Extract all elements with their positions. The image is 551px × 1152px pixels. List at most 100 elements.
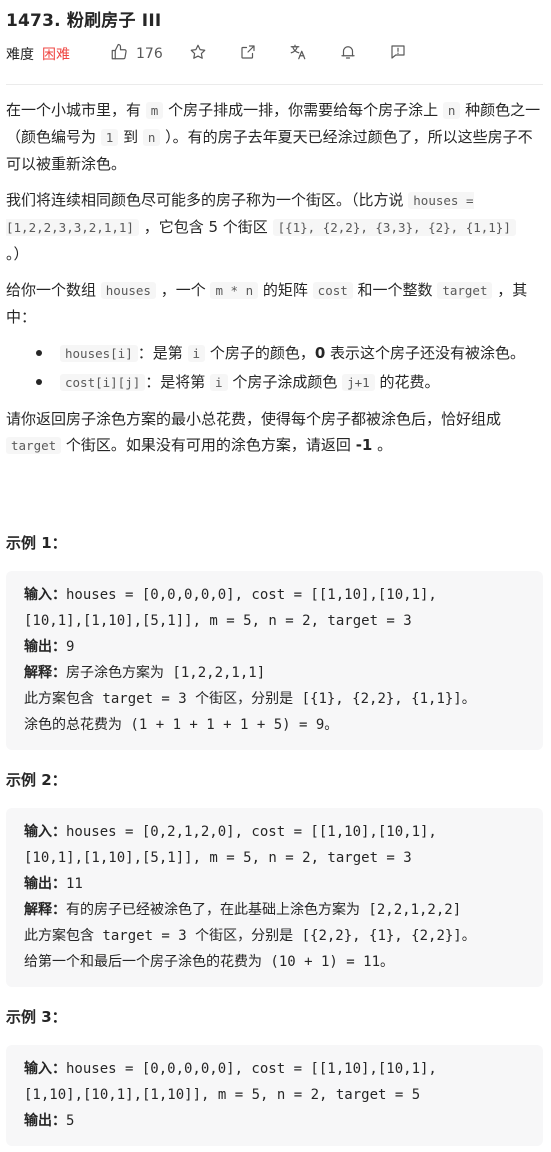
example-explain-line: 给第一个和最后一个房子涂色的花费为 (10 + 1) = 11。 bbox=[24, 949, 525, 975]
header-divider bbox=[6, 84, 543, 85]
input-label: 输入： bbox=[24, 587, 66, 603]
example-explain-line: 此方案包含 target = 3 个街区，分别是 [{1}, {2,2}, {1… bbox=[24, 686, 525, 712]
text: 的矩阵 bbox=[258, 281, 313, 299]
output-value: 11 bbox=[66, 876, 83, 892]
explain-code: target = 3 bbox=[94, 691, 196, 707]
text: 个房子涂成颜色 bbox=[227, 373, 343, 391]
example-2-box: 输入：houses = [0,2,1,2,0], cost = [[1,10],… bbox=[6, 808, 543, 987]
explain-code: target = 3 bbox=[94, 928, 196, 944]
problem-title: 1473. 粉刷房子 III bbox=[6, 11, 162, 31]
output-value: 5 bbox=[66, 1113, 75, 1129]
difficulty-label: 难度 bbox=[6, 47, 34, 63]
example-output-line: 输出：9 bbox=[24, 634, 525, 660]
text: 的花费。 bbox=[374, 373, 440, 391]
example-2-title: 示例 2： bbox=[6, 771, 67, 789]
thumbs-up-icon bbox=[110, 43, 128, 65]
inline-code: [{1}, {2,2}, {3,3}, {2}, {1,1}] bbox=[272, 219, 516, 236]
description-paragraph-3: 给你一个数组 houses ，一个 m * n 的矩阵 cost 和一个整数 t… bbox=[6, 277, 543, 330]
text: ，一个 bbox=[155, 281, 211, 299]
input-value: [1,10],[10,1],[1,10]], m = 5, n = 2, tar… bbox=[24, 1087, 421, 1103]
text: ：是第 bbox=[137, 344, 188, 362]
text: 我们将连续相同颜色尽可能多的房子称为一个街区。（比方说 bbox=[6, 191, 409, 209]
inline-code: target bbox=[437, 282, 493, 299]
parameter-list: houses[i] ：是第 i 个房子的颜色，0 表示这个房子还没有被涂色。 co… bbox=[6, 340, 543, 396]
explain-text: 有的房子已经被涂色了，在此基础上涂色方案为 bbox=[66, 902, 360, 918]
text: 表示这个房子还没有被涂色。 bbox=[325, 344, 526, 362]
notification-button[interactable] bbox=[339, 43, 357, 65]
input-value: houses = [0,2,1,2,0], cost = [[1,10],[10… bbox=[66, 824, 437, 840]
share-icon bbox=[239, 43, 257, 65]
explain-code: [{2,2}, {1}, {2,2}]。 bbox=[293, 928, 476, 944]
output-label: 输出： bbox=[24, 876, 66, 892]
example-input-line: [1,10],[10,1],[1,10]], m = 5, n = 2, tar… bbox=[24, 1082, 525, 1108]
inline-code: cost bbox=[312, 282, 353, 299]
explain-code: (1 + 1 + 1 + 1 + 5) = 9。 bbox=[122, 717, 339, 733]
description-paragraph-4: 请你返回房子涂色方案的最小总花费，使得每个房子都被涂色后，恰好组成 target… bbox=[6, 406, 543, 459]
feedback-icon bbox=[389, 43, 407, 65]
input-value: [10,1],[1,10],[5,1]], m = 5, n = 2, targ… bbox=[24, 850, 412, 866]
problem-page: 1473. 粉刷房子 III 难度 困难 176 在一个小城市里，有 m 个房子… bbox=[0, 0, 551, 1152]
output-label: 输出： bbox=[24, 1113, 66, 1129]
text: 个房子排成一排，你需要给每个房子涂上 bbox=[163, 101, 443, 119]
example-output-line: 输出：5 bbox=[24, 1108, 525, 1134]
inline-code: target bbox=[6, 437, 62, 454]
explain-text: 此方案包含 bbox=[24, 691, 94, 707]
text: 给你一个数组 bbox=[6, 281, 101, 299]
problem-description: 在一个小城市里，有 m 个房子排成一排，你需要给每个房子涂上 n 种颜色之一（颜… bbox=[6, 97, 543, 469]
explain-text: 个街区，分别是 bbox=[195, 928, 294, 944]
explain-text: 房子涂色方案为 bbox=[66, 665, 164, 681]
explain-text: 此方案包含 bbox=[24, 928, 94, 944]
star-icon bbox=[189, 43, 207, 65]
description-paragraph-2: 我们将连续相同颜色尽可能多的房子称为一个街区。（比方说 houses = [1,… bbox=[6, 187, 543, 267]
inline-code: i bbox=[187, 345, 206, 362]
input-value: houses = [0,0,0,0,0], cost = [[1,10],[10… bbox=[66, 587, 437, 603]
example-input-line: 输入：houses = [0,0,0,0,0], cost = [[1,10],… bbox=[24, 1056, 525, 1082]
share-button[interactable] bbox=[239, 43, 257, 65]
bell-icon bbox=[339, 43, 357, 65]
bold-text: -1 bbox=[355, 436, 373, 454]
inline-code: n bbox=[142, 129, 161, 146]
input-value: houses = [0,0,0,0,0], cost = [[1,10],[10… bbox=[66, 1061, 437, 1077]
text: 个房子的颜色， bbox=[205, 344, 315, 362]
example-output-line: 输出：11 bbox=[24, 871, 525, 897]
example-3-box: 输入：houses = [0,0,0,0,0], cost = [[1,10],… bbox=[6, 1045, 543, 1146]
text: 请你返回房子涂色方案的最小总花费，使得每个房子都被涂色后，恰好组成 bbox=[6, 410, 502, 428]
text: 。 bbox=[372, 436, 393, 454]
problem-meta-bar: 难度 困难 176 bbox=[6, 42, 407, 66]
text: 到 bbox=[118, 128, 143, 146]
text: ，它包含 5 个街区 bbox=[138, 218, 273, 236]
difficulty-badge: 困难 bbox=[42, 47, 70, 63]
inline-code: m * n bbox=[210, 282, 259, 299]
translate-button[interactable] bbox=[289, 43, 307, 65]
favorite-button[interactable] bbox=[189, 43, 207, 65]
explain-text: 个街区，分别是 bbox=[195, 691, 294, 707]
example-input-line: 输入：houses = [0,0,0,0,0], cost = [[1,10],… bbox=[24, 582, 525, 608]
example-1-box: 输入：houses = [0,0,0,0,0], cost = [[1,10],… bbox=[6, 571, 543, 750]
translate-icon bbox=[289, 43, 307, 65]
description-paragraph-1: 在一个小城市里，有 m 个房子排成一排，你需要给每个房子涂上 n 种颜色之一（颜… bbox=[6, 97, 543, 177]
inline-code: i bbox=[210, 374, 228, 391]
example-input-line: [10,1],[1,10],[5,1]], m = 5, n = 2, targ… bbox=[24, 608, 525, 634]
inline-code: houses[i] bbox=[60, 345, 138, 362]
explain-code: [1,2,2,1,1] bbox=[164, 665, 266, 681]
feedback-button[interactable] bbox=[389, 43, 407, 65]
text: 在一个小城市里，有 bbox=[6, 101, 146, 119]
example-input-line: 输入：houses = [0,2,1,2,0], cost = [[1,10],… bbox=[24, 819, 525, 845]
explain-text: 涂色的总花费为 bbox=[24, 717, 122, 733]
example-explain-line: 解释：房子涂色方案为 [1,2,2,1,1] bbox=[24, 660, 525, 686]
inline-code: cost[i][j] bbox=[60, 374, 146, 391]
text: 。） bbox=[6, 245, 29, 263]
output-label: 输出： bbox=[24, 639, 66, 655]
example-explain-line: 此方案包含 target = 3 个街区，分别是 [{2,2}, {1}, {2… bbox=[24, 923, 525, 949]
example-explain-line: 解释：有的房子已经被涂色了，在此基础上涂色方案为 [2,2,1,2,2] bbox=[24, 897, 525, 923]
explain-text: 给第一个和最后一个房子涂色的花费为 bbox=[24, 954, 262, 970]
like-button[interactable]: 176 bbox=[110, 43, 163, 65]
list-item: houses[i] ：是第 i 个房子的颜色，0 表示这个房子还没有被涂色。 bbox=[6, 340, 543, 367]
explain-label: 解释： bbox=[24, 902, 66, 918]
inline-code: j+1 bbox=[342, 374, 375, 391]
explain-code: [2,2,1,2,2] bbox=[360, 902, 462, 918]
text: ：是将第 bbox=[145, 373, 211, 391]
example-1-title: 示例 1： bbox=[6, 534, 67, 552]
list-item: cost[i][j] ：是将第 i 个房子涂成颜色 j+1 的花费。 bbox=[6, 369, 543, 396]
like-count: 176 bbox=[136, 46, 163, 62]
